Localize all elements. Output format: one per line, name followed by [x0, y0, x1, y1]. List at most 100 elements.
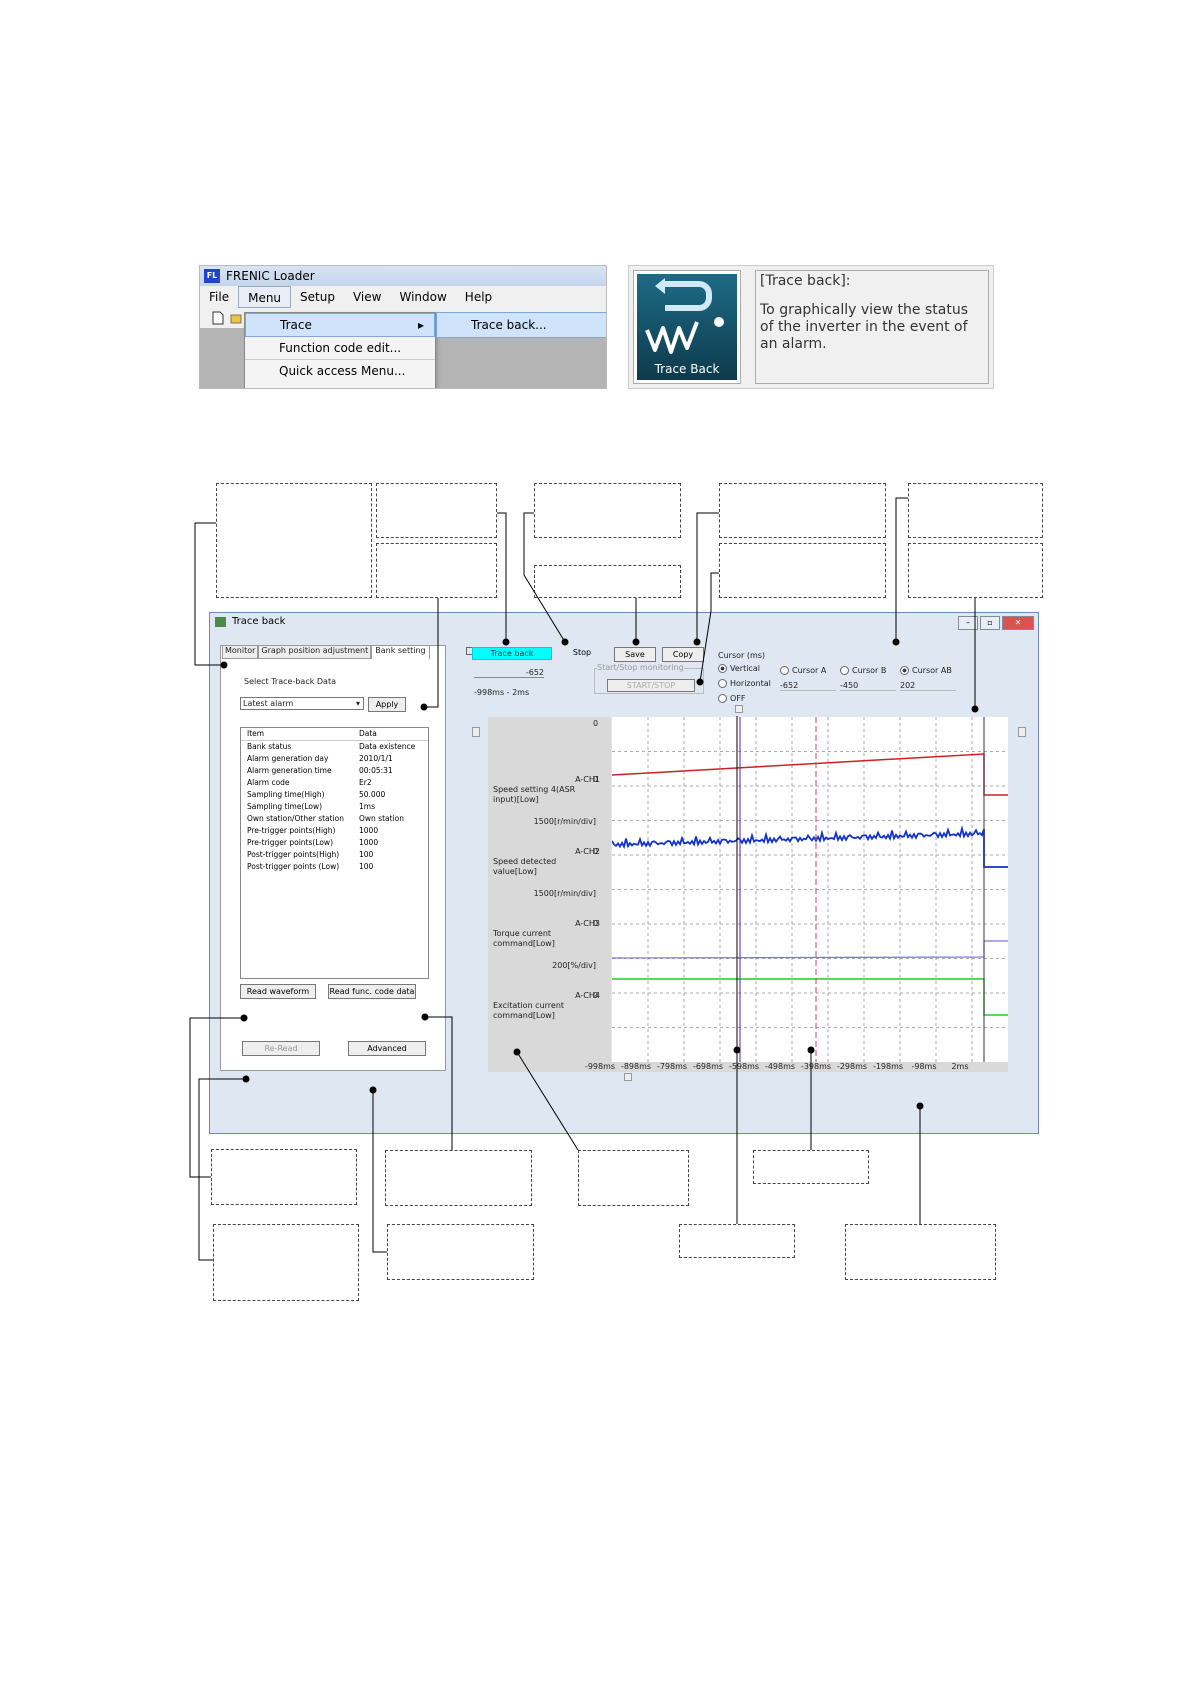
menu-item-trace[interactable]: Trace ▸	[245, 313, 435, 337]
cursor-a-label: Cursor A	[792, 666, 827, 675]
reread-button[interactable]: Re-Read	[242, 1041, 320, 1056]
loader-menubar: File Menu Setup View Window Help	[200, 286, 606, 308]
trace-back-button[interactable]: Trace back	[472, 647, 552, 660]
stop-button[interactable]: Stop	[556, 647, 608, 660]
scroll-thumb[interactable]	[624, 1073, 632, 1081]
cell-item: Pre-trigger points(High)	[247, 826, 336, 835]
tab-graph-position[interactable]: Graph position adjustment	[258, 645, 372, 659]
menu-item-quick-access[interactable]: Quick access Menu...	[245, 359, 435, 382]
position-value-field[interactable]: -652	[474, 668, 544, 678]
cell-data: 1000	[359, 838, 379, 847]
x-tick-label: -498ms	[764, 1062, 796, 1071]
menu-help[interactable]: Help	[456, 286, 501, 308]
callout-box	[216, 483, 372, 598]
x-tick-label: -298ms	[836, 1062, 868, 1071]
cell-data: 50.000	[359, 790, 386, 799]
cursor-b-value: -450	[840, 681, 896, 691]
read-func-code-button[interactable]: Read func. code data	[328, 984, 416, 999]
bottom-scrollbar[interactable]	[618, 1073, 1008, 1081]
table-row: Post-trigger points (Low) 100	[241, 861, 428, 873]
menu-item-function-code-edit[interactable]: Function code edit...	[245, 337, 435, 359]
submenu-item-trace-back[interactable]: Trace back...	[436, 312, 606, 338]
series-line-ch3	[612, 940, 1008, 959]
cell-data: 100	[359, 850, 374, 859]
cell-data: 1000	[359, 826, 379, 835]
right-scroll-thumb[interactable]	[1018, 727, 1026, 737]
cursor-vertical-label: Vertical	[730, 664, 760, 673]
left-scroll-thumb[interactable]	[472, 727, 480, 737]
trace-back-heading: [Trace back]:	[760, 273, 851, 289]
trace-back-icon-button[interactable]: Trace Back	[633, 270, 741, 384]
cursor-horizontal-label: Horizontal	[730, 679, 771, 688]
tab-bank-setting[interactable]: Bank setting	[371, 645, 430, 659]
callout-box	[385, 1150, 532, 1206]
save-button[interactable]: Save	[614, 647, 656, 662]
cell-item: Post-trigger points (Low)	[247, 862, 340, 871]
channel-id-label: A-CH4	[575, 991, 600, 1000]
cell-data: 2010/1/1	[359, 754, 393, 763]
x-tick-label: -698ms	[692, 1062, 724, 1071]
submenu-arrow-icon: ▸	[417, 318, 424, 332]
cursor-b-radio[interactable]: Cursor B	[840, 666, 886, 675]
channel-name-label: Torque current command[Low]	[493, 929, 555, 948]
cell-data: Er2	[359, 778, 372, 787]
cell-item: Sampling time(High)	[247, 790, 325, 799]
top-scrollbar[interactable]	[618, 705, 1008, 713]
cursor-off-label: OFF	[730, 694, 746, 703]
scroll-thumb[interactable]	[735, 705, 743, 713]
copy-button[interactable]: Copy	[662, 647, 704, 662]
channel-scale-label: 200[%/div]	[552, 961, 596, 970]
x-tick-label: -98ms	[911, 1062, 937, 1071]
cell-item: Own station/Other station	[247, 814, 345, 823]
trace-back-data-dropdown[interactable]: Latest alarm ▾	[240, 697, 364, 710]
new-file-icon[interactable]	[212, 311, 224, 325]
cursor-ab-radio[interactable]: Cursor AB	[900, 666, 952, 675]
menu-window[interactable]: Window	[390, 286, 455, 308]
channel-id-label: A-CH3	[575, 919, 600, 928]
channel-zero-label: 0	[593, 919, 599, 928]
cursor-group-label: Cursor (ms)	[718, 651, 766, 660]
table-row: Pre-trigger points(Low) 1000	[241, 837, 428, 849]
menu-view[interactable]: View	[344, 286, 390, 308]
maximize-icon[interactable]: ▫	[980, 616, 1000, 630]
tab-monitor[interactable]: Monitor	[222, 645, 259, 659]
close-icon[interactable]: ✕	[1002, 616, 1034, 630]
cursor-ab-value: 202	[900, 681, 956, 691]
advanced-button[interactable]: Advanced	[348, 1041, 426, 1056]
start-stop-button[interactable]: START/STOP	[607, 679, 695, 692]
col-data: Data	[359, 729, 377, 738]
read-waveform-button[interactable]: Read waveform	[240, 984, 316, 999]
loader-titlebar: FL FRENIC Loader	[200, 266, 606, 286]
x-tick-label: -898ms	[620, 1062, 652, 1071]
cursor-vertical-radio[interactable]: Vertical	[718, 664, 760, 673]
table-header: Item Data	[241, 728, 428, 741]
cell-item: Sampling time(Low)	[247, 802, 323, 811]
minimize-icon[interactable]: –	[958, 616, 978, 630]
cursor-off-radio[interactable]: OFF	[718, 694, 746, 703]
callout-box	[376, 483, 497, 538]
callout-box	[213, 1224, 359, 1301]
top-zero-label: 0	[593, 719, 599, 728]
table-row: Alarm generation day 2010/1/1	[241, 753, 428, 765]
table-row: Pre-trigger points(High) 1000	[241, 825, 428, 837]
trace-back-window: Trace back – ▫ ✕ Monitor Graph position …	[209, 612, 1039, 1134]
menu-file[interactable]: File	[200, 286, 238, 308]
col-item: Item	[247, 729, 265, 738]
menu-menu[interactable]: Menu	[238, 286, 292, 308]
channel-name-label: Excitation current command[Low]	[493, 1001, 565, 1020]
frenic-logo-icon: FL	[204, 269, 220, 283]
cell-item: Post-trigger points(High)	[247, 850, 340, 859]
cursor-horizontal-radio[interactable]: Horizontal	[718, 679, 771, 688]
trace-back-description: [Trace back]: To graphically view the st…	[755, 270, 989, 384]
apply-button[interactable]: Apply	[368, 697, 406, 712]
cell-data: 1ms	[359, 802, 375, 811]
channel-zero-label: 0	[593, 775, 599, 784]
cursor-a-radio[interactable]: Cursor A	[780, 666, 826, 675]
open-folder-icon[interactable]	[230, 312, 242, 324]
series-line-ch4	[612, 978, 1008, 1016]
menu-setup[interactable]: Setup	[291, 286, 344, 308]
cell-item: Alarm generation day	[247, 754, 329, 763]
callout-box	[679, 1224, 795, 1258]
start-stop-group-label: Start/Stop monitoring	[597, 663, 684, 672]
callout-box	[211, 1149, 357, 1205]
